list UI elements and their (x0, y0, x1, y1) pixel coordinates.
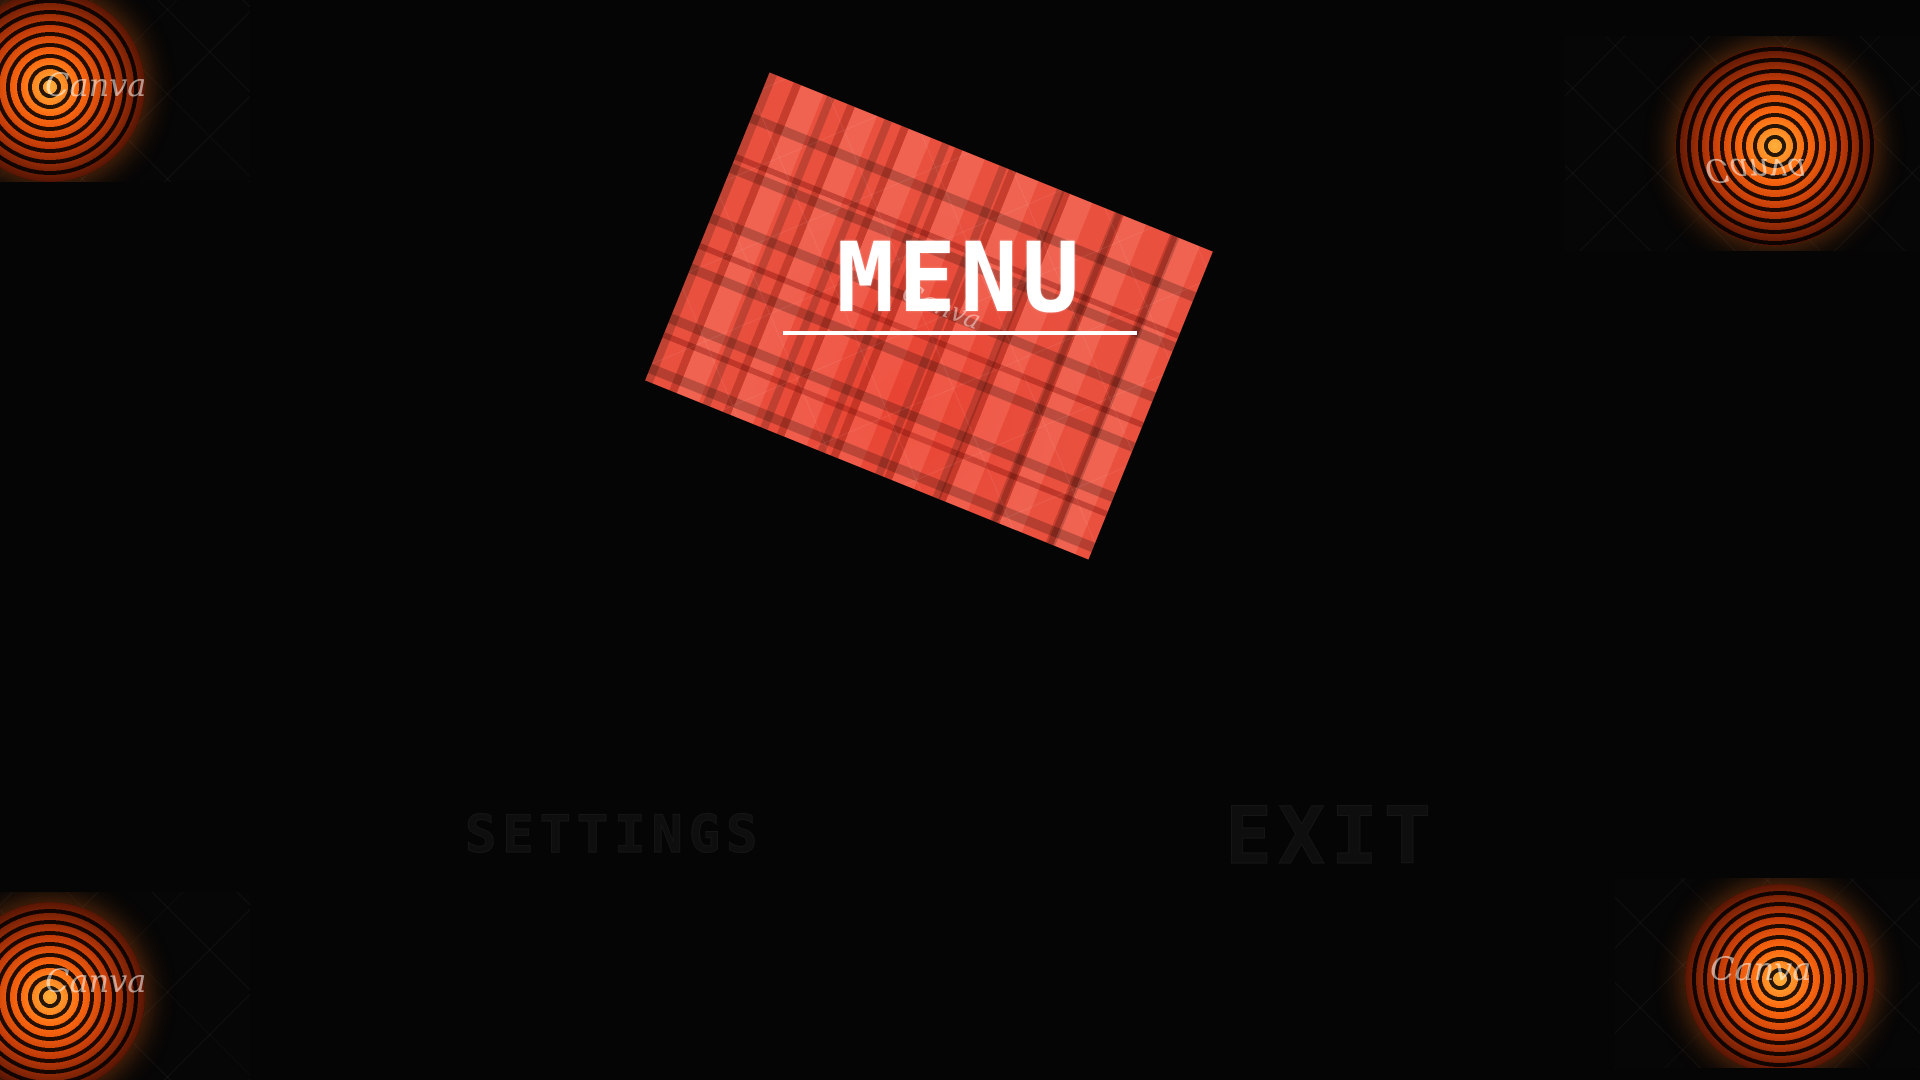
corner-maze-bottom-right: Canva (1615, 878, 1920, 1068)
settings-button[interactable]: SETTINGS (464, 800, 763, 870)
canva-watermark: Canva (45, 66, 147, 104)
corner-maze-top-left: Canva (0, 0, 250, 182)
corner-maze-bottom-left: Canva (0, 892, 250, 1080)
canva-watermark: Canva (45, 962, 147, 1000)
maze-disc-icon (1675, 46, 1875, 246)
game-menu-screen: Canva Canva Canva Canva MENU Canva SETTI… (0, 0, 1920, 1080)
canva-watermark: Canva (1705, 151, 1807, 189)
menu-title-underline (783, 331, 1137, 335)
canva-watermark: Canva (1710, 950, 1812, 988)
corner-maze-top-right: Canva (1565, 36, 1920, 251)
exit-button[interactable]: EXIT (1225, 794, 1437, 880)
